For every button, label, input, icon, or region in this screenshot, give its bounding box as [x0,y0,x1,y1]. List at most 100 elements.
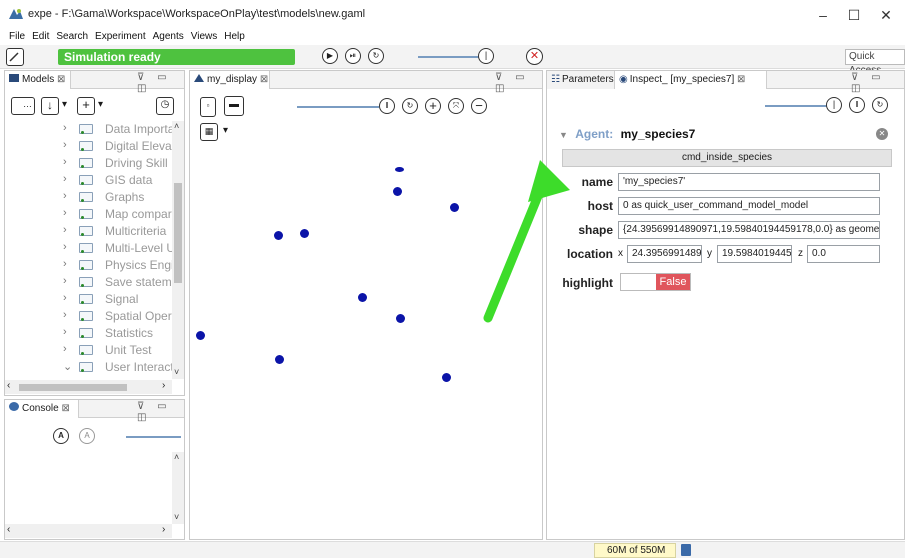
scroll-down-icon[interactable]: ˅ [174,512,179,522]
close-tab-icon[interactable]: ⊠ [61,403,69,414]
tab-my-display[interactable]: my_display ⊠ [190,71,270,89]
trash-icon[interactable] [681,544,691,556]
scroll-left-icon[interactable]: ‹ [7,524,10,535]
menu-edit[interactable]: Edit [32,29,49,45]
memory-indicator[interactable]: 60M of 550M [594,543,676,558]
console-scrollbar-vertical[interactable]: ˄ ˅ [172,452,184,524]
scroll-right-icon[interactable]: › [162,524,165,535]
tab-inspect[interactable]: ◉ Inspect_ [my_species7] ⊠ [615,71,767,89]
close-tab-icon[interactable]: ⊠ [57,74,65,85]
cmd-inside-species-button[interactable]: cmd_inside_species [562,149,892,167]
speed-slider-knob[interactable]: | [478,48,494,64]
panel-controls-icon[interactable]: ⊽ ▭ ◫ [851,72,904,94]
panel-controls-icon[interactable]: ⊽ ▭ ◫ [137,401,184,423]
panel-controls-icon[interactable]: ⊽ ▭ ◫ [495,72,542,94]
agent-point[interactable] [274,231,283,240]
collapse-folder-icon[interactable]: … [11,97,35,115]
scroll-right-icon[interactable]: › [162,380,165,391]
close-tab-icon[interactable]: ⊠ [260,74,268,85]
sidebar-toggle-icon[interactable]: ▫ [200,97,216,117]
menu-help[interactable]: Help [224,29,245,45]
history-icon[interactable]: ◷ [156,97,174,115]
menu-agents[interactable]: Agents [153,29,184,45]
close-window-button[interactable]: ✕ [872,4,900,26]
agent-point[interactable] [442,373,451,382]
folder-icon [79,362,93,372]
inspect-tabbar: ☷ Parameters ◉ Inspect_ [my_species7] ⊠ ⊽ … [547,71,904,94]
pause-icon[interactable]: ǁ [849,97,865,113]
display-slider-track[interactable] [297,106,379,108]
models-tree: › Data Importa › Digital Eleva › Driving Sk… [5,121,173,379]
scroll-thumb[interactable] [174,183,182,283]
zoom-fit-icon[interactable]: ⤧ [448,98,464,114]
close-tab-icon[interactable]: ⊠ [737,74,745,85]
edit-model-icon[interactable] [6,48,24,66]
zoom-out-icon[interactable]: − [471,98,487,114]
chevron-down-icon[interactable]: ▾ [223,125,228,136]
new-model-icon[interactable]: + [77,97,95,115]
tab-models[interactable]: Models ⊠ [5,71,71,89]
loc-y-label: y [707,248,712,259]
stop-icon[interactable]: ✕ [526,48,543,65]
console-scrollbar-horizontal[interactable]: ‹ › [5,524,172,538]
tab-console[interactable]: Console ⊠ [5,400,79,418]
agent-point[interactable] [450,203,459,212]
step-icon[interactable]: ⏯ [345,48,361,64]
models-scrollbar-vertical[interactable]: ˄ ˅ [172,121,184,379]
menu-search[interactable]: Search [56,29,88,45]
agent-point[interactable] [196,331,205,340]
scroll-up-icon[interactable]: ˄ [174,121,179,131]
folder-icon [79,226,93,236]
shape-field[interactable]: {24.39569914890971,19.59840194459178,0.0… [618,221,880,239]
agent-point[interactable] [358,293,367,302]
zoom-in-icon[interactable]: + [425,98,441,114]
models-scrollbar-horizontal[interactable]: ‹ › [5,380,172,394]
speed-slider-track[interactable] [418,56,486,58]
font-decrease-icon[interactable]: A [79,428,95,444]
chevron-down-icon[interactable]: ▾ [62,99,67,110]
highlight-toggle[interactable]: False [620,273,691,291]
menu-experiment[interactable]: Experiment [95,29,146,45]
folder-icon [79,294,93,304]
display-tabbar: my_display ⊠ ⊽ ▭ ◫ [190,71,542,94]
import-icon[interactable]: ↓ [41,97,59,115]
close-agent-icon[interactable]: ✕ [876,128,888,140]
quick-access-field[interactable]: Quick Access [845,49,905,76]
sync-icon[interactable]: ↻ [402,98,418,114]
loc-y-field[interactable]: 19.59840194459 [717,245,792,263]
loc-z-field[interactable]: 0.0 [807,245,880,263]
layers-icon[interactable]: ▦ [200,123,218,141]
folder-icon [79,311,93,321]
highlight-false-badge: False [656,274,690,290]
menu-file[interactable]: File [9,29,25,45]
agent-point[interactable] [275,355,284,364]
pause-icon[interactable]: ǁ [379,98,395,114]
agent-point[interactable] [300,229,309,238]
agent-header[interactable]: ▼ Agent: my_species7 [559,127,889,143]
agent-point[interactable] [396,314,405,323]
sync-icon[interactable]: ↻ [872,97,888,113]
chevron-down-icon[interactable]: ▾ [98,99,103,110]
scroll-left-icon[interactable]: ‹ [7,380,10,391]
name-field[interactable]: 'my_species7' [618,173,880,191]
minimize-button[interactable]: – [809,4,837,26]
play-icon[interactable]: ▶ [322,48,338,64]
folder-icon [79,192,93,202]
snapshot-icon[interactable]: ▬ [224,96,244,116]
tab-parameters[interactable]: ☷ Parameters [547,71,615,89]
scroll-thumb[interactable] [19,384,127,391]
scroll-up-icon[interactable]: ˄ [174,452,179,462]
font-increase-icon[interactable]: A [53,428,69,444]
menu-views[interactable]: Views [191,29,218,45]
inspect-slider-track[interactable] [765,105,835,107]
agent-point[interactable] [393,187,402,196]
host-field[interactable]: 0 as quick_user_command_model_model [618,197,880,215]
panel-controls-icon[interactable]: ⊽ ▭ ◫ [137,72,184,94]
scroll-down-icon[interactable]: ˅ [174,367,179,377]
console-slider-track[interactable] [126,436,181,438]
inspect-slider-knob[interactable]: | [826,97,842,113]
reload-icon[interactable]: ↻ [368,48,384,64]
maximize-button[interactable]: ☐ [840,4,868,26]
agent-point[interactable] [395,167,404,172]
loc-x-field[interactable]: 24.39569914890971 [627,245,702,263]
